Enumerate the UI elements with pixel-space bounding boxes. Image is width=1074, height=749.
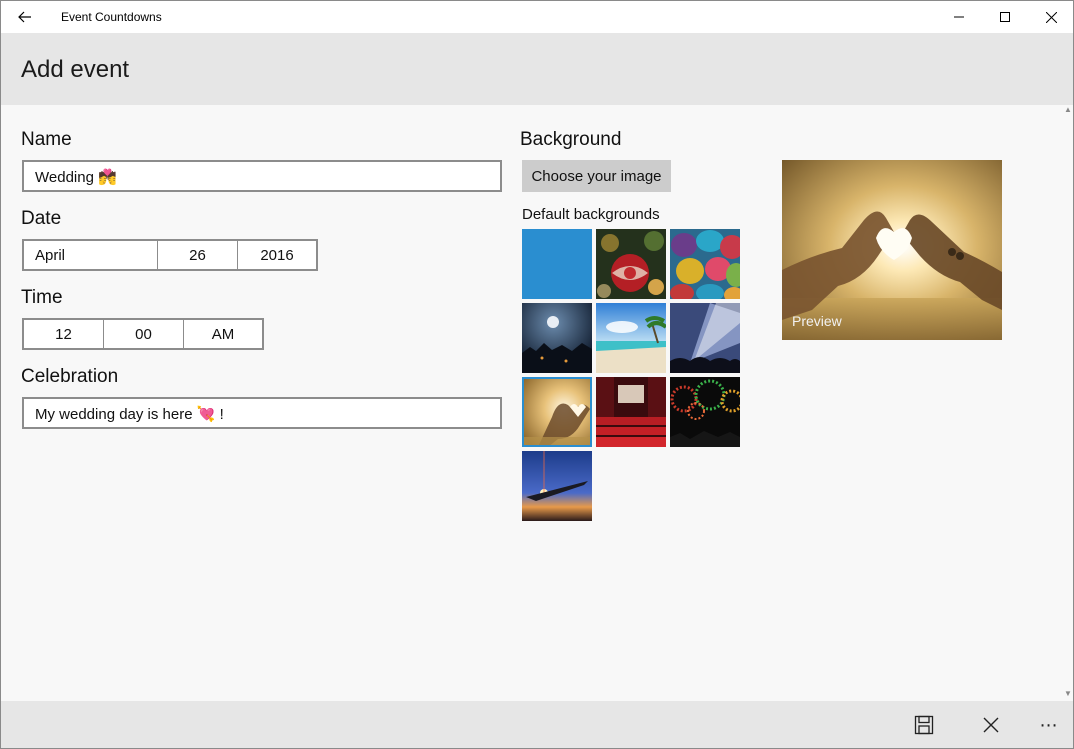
- preview-label: Preview: [792, 313, 842, 329]
- thumbnail-night-moon[interactable]: [522, 303, 592, 373]
- name-input-value: Wedding 💏: [35, 169, 117, 186]
- window-title: Event Countdowns: [61, 10, 162, 24]
- thumbnail-theater-seats[interactable]: [596, 377, 666, 447]
- scroll-up-arrow-icon[interactable]: ▲: [1063, 105, 1073, 115]
- thumbnail-easter-eggs[interactable]: [670, 229, 740, 299]
- celebration-input-value: My wedding day is here 💘 !: [35, 406, 224, 423]
- maximize-icon: [1000, 12, 1010, 22]
- thumbnail-airplane-sunrise[interactable]: [522, 451, 592, 521]
- thumbnail-heart-hands-sunset[interactable]: [522, 377, 592, 447]
- minimize-button[interactable]: [936, 1, 982, 33]
- date-label: Date: [21, 208, 62, 229]
- background-label: Background: [520, 129, 622, 150]
- celebration-input[interactable]: My wedding day is here 💘 !: [22, 397, 502, 429]
- name-input[interactable]: Wedding 💏: [22, 160, 502, 192]
- date-day[interactable]: 26: [158, 241, 238, 269]
- more-icon: ⋯: [1039, 714, 1059, 735]
- airplane-image: [522, 451, 592, 521]
- easter-eggs-image: [670, 229, 740, 299]
- time-hour[interactable]: 12: [24, 320, 104, 348]
- concert-image: [670, 303, 740, 373]
- default-backgrounds-label: Default backgrounds: [522, 206, 660, 223]
- time-picker[interactable]: 12 00 AM: [22, 318, 264, 350]
- ornaments-image: [596, 229, 666, 299]
- save-button[interactable]: [902, 701, 946, 748]
- date-year[interactable]: 2016: [238, 241, 316, 269]
- app-window: Event Countdowns Add event Name Wedding …: [0, 0, 1074, 749]
- time-minute[interactable]: 00: [104, 320, 184, 348]
- heart-hands-thumb-image: [522, 377, 592, 447]
- command-bar: ⋯: [1, 701, 1073, 748]
- close-icon: [983, 717, 999, 733]
- page-title: Add event: [21, 56, 130, 83]
- back-button[interactable]: [1, 1, 49, 33]
- fireworks-image: [670, 377, 740, 447]
- date-picker[interactable]: April 26 2016: [22, 239, 318, 271]
- thumbnail-christmas-ornaments[interactable]: [596, 229, 666, 299]
- title-bar: Event Countdowns: [1, 1, 1073, 33]
- page-header: Add event: [1, 33, 1073, 105]
- thumbnail-fireworks[interactable]: [670, 377, 740, 447]
- theater-image: [596, 377, 666, 447]
- close-icon: [1045, 11, 1057, 23]
- name-label: Name: [21, 129, 72, 150]
- close-window-button[interactable]: [1028, 1, 1073, 33]
- night-moon-image: [522, 303, 592, 373]
- time-period[interactable]: AM: [184, 320, 262, 348]
- celebration-label: Celebration: [21, 366, 119, 387]
- scroll-down-arrow-icon[interactable]: ▼: [1063, 689, 1073, 699]
- minimize-icon: [954, 16, 964, 18]
- thumbnail-solid-blue[interactable]: [522, 229, 592, 299]
- beach-image: [596, 303, 666, 373]
- choose-image-button[interactable]: Choose your image: [522, 160, 671, 192]
- save-icon: [914, 715, 934, 735]
- cancel-button[interactable]: [969, 701, 1013, 748]
- date-month[interactable]: April: [24, 241, 158, 269]
- time-label: Time: [21, 287, 63, 308]
- back-arrow-icon: [18, 11, 31, 23]
- background-preview: Preview: [782, 160, 1002, 340]
- more-button[interactable]: ⋯: [1027, 701, 1071, 748]
- maximize-button[interactable]: [982, 1, 1028, 33]
- thumbnail-tropical-beach[interactable]: [596, 303, 666, 373]
- thumbnail-concert-lights[interactable]: [670, 303, 740, 373]
